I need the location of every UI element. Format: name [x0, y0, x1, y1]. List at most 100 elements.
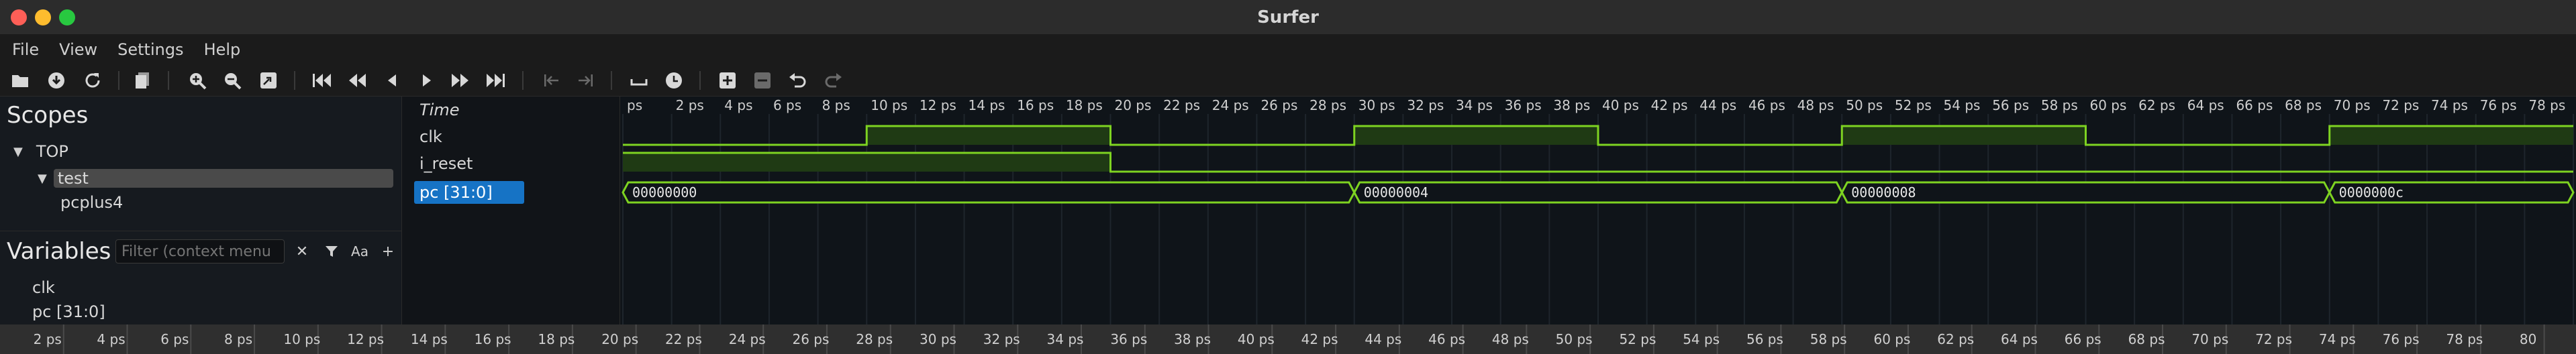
next-transition-icon[interactable] — [575, 70, 596, 91]
overview-tick-label: 78 ps — [2446, 331, 2483, 347]
time-tick-label: 22 ps — [1163, 97, 1200, 113]
pc-bus-value: 00000004 — [1364, 184, 1428, 200]
time-tick-label: 58 ps — [2041, 97, 2078, 113]
time-tick-label: 50 ps — [1846, 97, 1883, 113]
scope-row-pcplus4[interactable]: pcplus4 — [60, 190, 123, 215]
overview-tick-label: 54 ps — [1683, 331, 1720, 347]
time-tick-label: 16 ps — [1017, 97, 1054, 113]
reload-icon[interactable] — [82, 70, 103, 91]
time-tick-label: 8 ps — [822, 97, 850, 113]
go-to-end-icon[interactable] — [485, 70, 506, 91]
time-tick-label: 44 ps — [1699, 97, 1736, 113]
case-sensitive-icon[interactable]: Aa — [349, 239, 370, 263]
clear-filter-icon[interactable]: ✕ — [291, 239, 313, 263]
menu-bar: File View Settings Help — [0, 35, 2576, 64]
overview-tick-label: 32 ps — [983, 331, 1020, 347]
time-tick-label: 46 ps — [1748, 97, 1785, 113]
overview-tick-label: 4 ps — [97, 331, 125, 347]
waveform-viewer[interactable]: ps 2 ps 4 ps 6 ps 8 ps 10 ps 12 ps 14 ps 16 ps 18… — [620, 97, 2576, 324]
clock-icon[interactable] — [663, 70, 685, 91]
time-tick-label: 60 ps — [2090, 97, 2127, 113]
pc-bus-value: 00000000 — [632, 184, 697, 200]
expanded-triangle-icon[interactable]: ▼ — [13, 145, 23, 159]
step-back-icon[interactable] — [381, 70, 403, 91]
step-back-fast-icon[interactable] — [346, 70, 368, 91]
scope-label: TOP — [36, 142, 68, 161]
clk-high-fill — [2329, 126, 2573, 145]
time-tick-label: 24 ps — [1212, 97, 1249, 113]
time-tick-label: 14 ps — [969, 97, 1005, 113]
title-bar: Surfer — [0, 0, 2576, 35]
go-to-start-icon[interactable] — [311, 70, 333, 91]
add-variable-icon[interactable]: + — [377, 239, 399, 263]
overview-tick-label: 52 ps — [1619, 331, 1656, 347]
filter-funnel-icon[interactable] — [321, 239, 342, 263]
signal-names-panel: Time clk i_reset pc [31:0] — [401, 97, 620, 324]
scope-label: pcplus4 — [60, 193, 123, 212]
overview-tick-label: 68 ps — [2128, 331, 2165, 347]
signal-name-pc[interactable]: pc [31:0] — [414, 181, 524, 204]
time-tick-label: 18 ps — [1066, 97, 1103, 113]
time-tick-label: 6 ps — [773, 97, 801, 113]
scopes-title: Scopes — [7, 102, 89, 129]
prev-transition-icon[interactable] — [541, 70, 562, 91]
overview-timeline[interactable]: 2 ps 4 ps 6 ps 8 ps 10 ps 12 ps 14 ps 16 ps 18 p… — [0, 324, 2576, 354]
download-icon[interactable] — [46, 70, 67, 91]
cursor-line-icon[interactable] — [628, 70, 650, 91]
overview-tick-label: 60 ps — [1874, 331, 1911, 347]
open-folder-icon[interactable] — [9, 70, 31, 91]
remove-item-icon[interactable] — [752, 70, 773, 91]
step-forward-icon[interactable] — [450, 70, 471, 91]
zoom-out-icon[interactable] — [221, 70, 243, 91]
time-tick-label: 26 ps — [1260, 97, 1297, 113]
overview-canvas[interactable]: 2 ps 4 ps 6 ps 8 ps 10 ps 12 ps 14 ps 16 ps 18 p… — [0, 324, 2576, 354]
scope-label: test — [53, 169, 393, 188]
time-tick-label: 36 ps — [1505, 97, 1542, 113]
variables-panel: Variables ✕ Aa + clk pc [31:0] — [0, 231, 401, 324]
overview-tick-label: 62 ps — [1937, 331, 1974, 347]
zoom-fit-icon[interactable] — [258, 70, 279, 91]
overview-tick-label: 10 ps — [283, 331, 320, 347]
overview-tick-label: 48 ps — [1492, 331, 1529, 347]
time-tick-label: 78 ps — [2528, 97, 2565, 113]
time-tick-label: 34 ps — [1456, 97, 1493, 113]
variable-item-clk[interactable]: clk — [32, 278, 55, 297]
copy-icon[interactable] — [132, 70, 153, 91]
scope-row-test[interactable]: ▼ test — [38, 166, 393, 190]
menu-file[interactable]: File — [12, 40, 39, 59]
i-reset-high-fill — [623, 153, 1111, 172]
play-icon[interactable] — [416, 70, 438, 91]
time-tick-label: 30 ps — [1358, 97, 1395, 113]
overview-tick-label: 6 ps — [160, 331, 189, 347]
clk-high-fill — [1354, 126, 1598, 145]
menu-settings[interactable]: Settings — [117, 40, 183, 59]
overview-tick-label: 58 ps — [1810, 331, 1847, 347]
clk-high-fill — [1842, 126, 2086, 145]
signal-name-clk[interactable]: clk — [419, 127, 442, 146]
signal-name-i-reset[interactable]: i_reset — [419, 154, 473, 173]
overview-tick-label: 50 ps — [1556, 331, 1593, 347]
overview-tick-label: 56 ps — [1746, 331, 1783, 347]
menu-view[interactable]: View — [59, 40, 97, 59]
scope-row-top[interactable]: ▼ TOP — [13, 139, 68, 164]
overview-tick-label: 46 ps — [1428, 331, 1465, 347]
window-title: Surfer — [1257, 7, 1319, 27]
undo-icon[interactable] — [787, 70, 808, 91]
zoom-in-icon[interactable] — [187, 70, 208, 91]
time-tick-label: 56 ps — [1992, 97, 2029, 113]
menu-help[interactable]: Help — [204, 40, 241, 59]
expanded-triangle-icon[interactable]: ▼ — [38, 172, 47, 186]
add-item-icon[interactable] — [717, 70, 738, 91]
overview-tick-label: 72 ps — [2255, 331, 2292, 347]
time-tick-label: 20 ps — [1115, 97, 1152, 113]
variable-item-pc[interactable]: pc [31:0] — [32, 302, 105, 321]
waveform-canvas[interactable]: ps 2 ps 4 ps 6 ps 8 ps 10 ps 12 ps 14 ps 16 ps 18… — [620, 97, 2576, 324]
overview-tick-label: 38 ps — [1174, 331, 1211, 347]
overview-tick-label: 74 ps — [2319, 331, 2356, 347]
time-tick-label: 66 ps — [2236, 97, 2273, 113]
redo-icon[interactable] — [823, 70, 844, 91]
time-tick-label: 68 ps — [2285, 97, 2322, 113]
time-tick-label: 28 ps — [1309, 97, 1346, 113]
variable-filter-input[interactable] — [115, 239, 285, 263]
time-tick-label: 12 ps — [920, 97, 956, 113]
